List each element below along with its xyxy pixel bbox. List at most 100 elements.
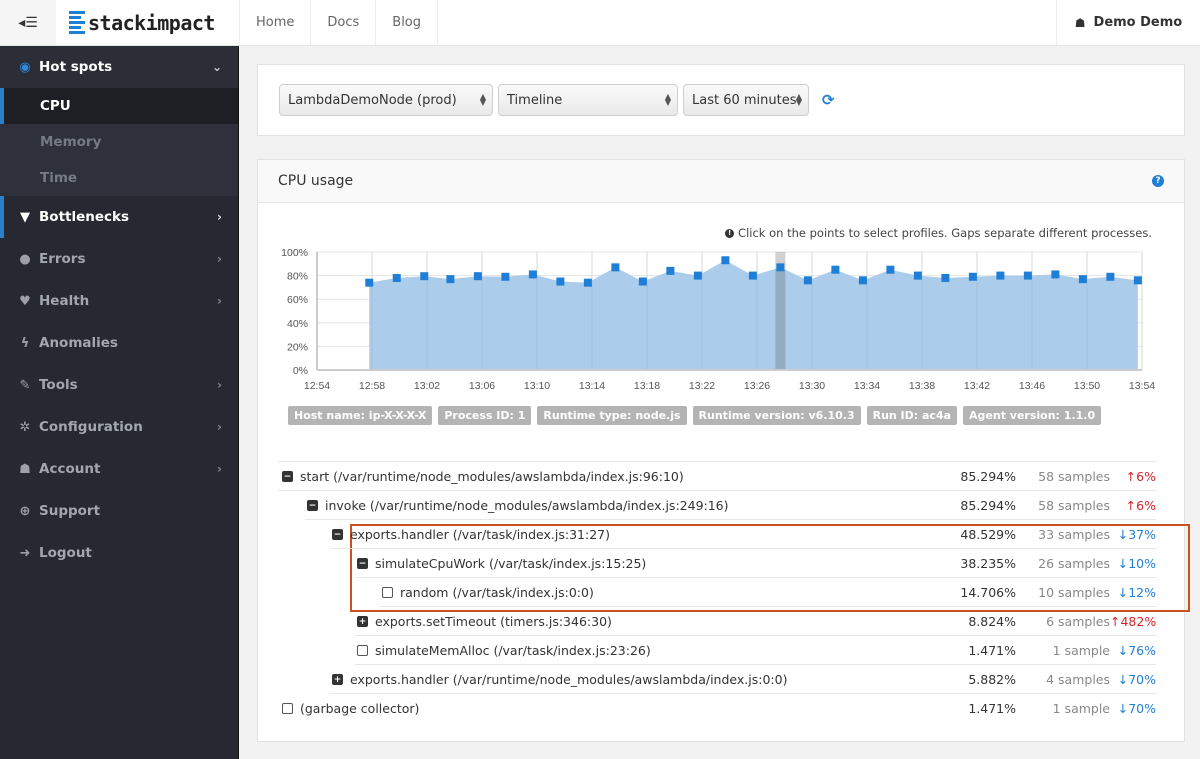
info-tag: Host name: ip-X-X-X-X [288, 406, 433, 425]
tree-row[interactable]: random (/var/task/index.js:0:0) 14.706% 10… [278, 578, 1156, 607]
user-icon: ☗ [1074, 15, 1086, 30]
help-icon[interactable]: ? [1152, 175, 1164, 187]
sidebar-subitem-time[interactable]: Time [0, 160, 238, 196]
sidebar-subitem-memory[interactable]: Memory [0, 124, 238, 160]
frame-samples: 10 samples [1038, 585, 1110, 600]
data-point[interactable] [886, 265, 895, 274]
data-point[interactable] [721, 256, 730, 265]
change-value: 10% [1128, 556, 1156, 571]
tree-row[interactable]: + exports.handler (/var/runtime/node_modu… [278, 665, 1156, 694]
arrow-down-icon: ↓ [1117, 643, 1129, 658]
nav-docs[interactable]: Docs [310, 0, 375, 45]
data-point[interactable] [1078, 275, 1087, 284]
x-tick-label: 13:46 [1019, 380, 1045, 392]
sidebar-item-bottlenecks[interactable]: ▼ Bottlenecks › [0, 196, 238, 238]
sidebar-item-errors[interactable]: ● Errors › [0, 238, 238, 280]
chart-hint-text: Click on the points to select profiles. … [738, 226, 1152, 240]
user-icon: ☗ [19, 461, 31, 477]
frame-label: exports.setTimeout (timers.js:346:30) [375, 614, 612, 629]
sidebar-item-account[interactable]: ☗ Account › [0, 448, 238, 490]
sidebar-item-label: Configuration [39, 419, 143, 435]
brand-logo[interactable]: stackimpact [56, 0, 239, 45]
time-range-value: Last 60 minutes [692, 92, 797, 108]
data-point[interactable] [996, 271, 1005, 280]
data-point[interactable] [583, 278, 592, 287]
tree-row[interactable]: + exports.setTimeout (timers.js:346:30) 8.… [278, 607, 1156, 636]
collapse-icon[interactable]: − [307, 500, 318, 511]
expand-icon[interactable]: + [332, 674, 343, 685]
chevron-right-icon: › [217, 462, 222, 476]
select-arrows-icon: ▲ ▼ [795, 92, 802, 107]
data-point[interactable] [968, 272, 977, 281]
sidebar-subitem-cpu[interactable]: CPU [0, 88, 238, 124]
tree-row[interactable]: simulateMemAlloc (/var/task/index.js:23:… [278, 636, 1156, 665]
nav-blog[interactable]: Blog [375, 0, 439, 45]
data-point[interactable] [446, 275, 455, 284]
tree-row[interactable]: (garbage collector) 1.471% 1 sample ↓70% [278, 694, 1156, 723]
tree-row[interactable]: − simulateCpuWork (/var/task/index.js:15:… [278, 549, 1156, 578]
y-tick-label: 60% [287, 294, 308, 306]
y-tick-label: 80% [287, 271, 308, 283]
sidebar-item-logout[interactable]: ➜ Logout [0, 532, 238, 574]
refresh-icon[interactable]: ⟳ [822, 91, 835, 109]
info-tag: Process ID: 1 [438, 406, 532, 425]
sidebar-item-hot-spots[interactable]: ◉ Hot spots ⌄ [0, 46, 238, 88]
sidebar-item-health[interactable]: ♥ Health › [0, 280, 238, 322]
select-arrows-icon: ▲ ▼ [664, 92, 671, 107]
sidebar-item-support[interactable]: ⊕ Support [0, 490, 238, 532]
data-point[interactable] [420, 272, 429, 281]
frame-change: ↓12% [1110, 585, 1156, 600]
data-point[interactable] [831, 265, 840, 274]
collapse-icon[interactable]: − [332, 529, 343, 540]
x-tick-label: 12:58 [359, 380, 385, 392]
time-range-select[interactable]: Last 60 minutes ▲ ▼ [683, 84, 809, 116]
data-point[interactable] [693, 271, 702, 280]
data-point[interactable] [858, 276, 867, 285]
nav-home[interactable]: Home [239, 0, 310, 45]
data-point[interactable] [501, 272, 510, 281]
info-icon: ! [725, 228, 735, 238]
data-point[interactable] [392, 273, 401, 282]
data-point[interactable] [556, 277, 565, 286]
expand-icon[interactable]: + [357, 616, 368, 627]
sidebar-toggle-button[interactable]: ◂☰ [0, 0, 56, 45]
data-point[interactable] [776, 263, 785, 272]
data-point[interactable] [941, 273, 950, 282]
info-tag: Run ID: ac4a [866, 406, 958, 425]
sidebar-item-label: Anomalies [39, 335, 118, 351]
collapse-icon[interactable]: − [282, 471, 293, 482]
frame-percent: 8.824% [968, 614, 1016, 629]
frame-label: (garbage collector) [300, 701, 420, 716]
data-point[interactable] [1133, 276, 1142, 285]
app-select[interactable]: LambdaDemoNode (prod) ▲ ▼ [279, 84, 493, 116]
data-point[interactable] [1051, 270, 1060, 279]
data-point[interactable] [638, 277, 647, 286]
frame-label: random (/var/task/index.js:0:0) [400, 585, 594, 600]
data-point[interactable] [1023, 271, 1032, 280]
cpu-usage-panel: CPU usage ? ! Click on the points to sel… [257, 159, 1190, 742]
data-point[interactable] [748, 271, 757, 280]
sidebar-item-configuration[interactable]: ✲ Configuration › [0, 406, 238, 448]
data-point[interactable] [473, 272, 482, 281]
data-point[interactable] [803, 276, 812, 285]
frame-samples: 33 samples [1038, 527, 1110, 542]
data-point[interactable] [528, 270, 537, 279]
data-point[interactable] [365, 278, 374, 287]
view-select[interactable]: Timeline ▲ ▼ [498, 84, 678, 116]
tree-row[interactable]: − invoke (/var/runtime/node_modules/awsla… [278, 491, 1156, 520]
user-menu[interactable]: ☗ Demo Demo [1056, 0, 1200, 45]
data-point[interactable] [611, 263, 620, 272]
data-point[interactable] [1106, 272, 1115, 281]
collapse-icon[interactable]: − [357, 558, 368, 569]
frame-percent: 85.294% [960, 498, 1016, 513]
data-point[interactable] [666, 266, 675, 275]
sidebar-item-tools[interactable]: ✎ Tools › [0, 364, 238, 406]
tree-row[interactable]: − start (/var/runtime/node_modules/awslam… [278, 462, 1156, 491]
sidebar-item-anomalies[interactable]: ϟ Anomalies [0, 322, 238, 364]
frame-percent: 38.235% [960, 556, 1016, 571]
sidebar-item-label: Tools [39, 377, 78, 393]
frame-samples: 58 samples [1038, 469, 1110, 484]
tree-row[interactable]: − exports.handler (/var/task/index.js:31:… [278, 520, 1156, 549]
data-point[interactable] [913, 271, 922, 280]
sidebar-item-label: Hot spots [39, 59, 113, 75]
